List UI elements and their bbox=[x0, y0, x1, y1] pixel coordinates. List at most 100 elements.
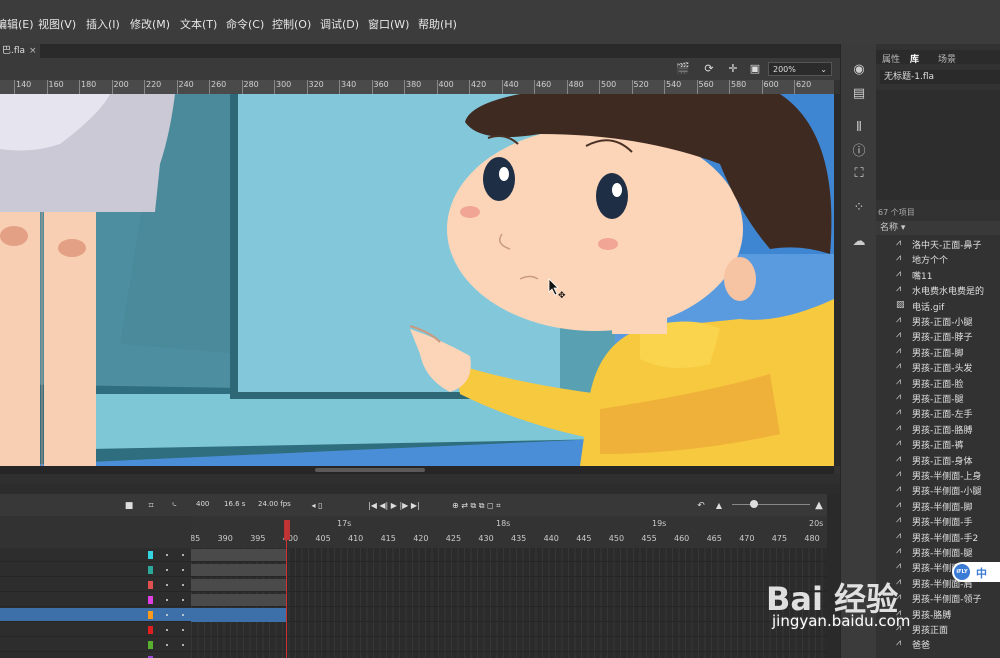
menu-edit[interactable]: 编辑(E) bbox=[0, 16, 34, 32]
layer-toggle-dot[interactable] bbox=[182, 614, 184, 616]
graph-icon[interactable]: ⌎ bbox=[166, 500, 180, 512]
menu-text[interactable]: 文本(T) bbox=[180, 16, 217, 32]
document-tab[interactable]: 巴.fla × bbox=[0, 44, 40, 58]
tab-scene[interactable]: 场景 bbox=[938, 52, 956, 65]
info-icon[interactable]: ⓘ bbox=[851, 144, 867, 160]
library-item[interactable]: ⩘ 爸爸 bbox=[876, 636, 1000, 651]
prev-frame-icon[interactable]: ◂ ▯ ▸ bbox=[310, 500, 324, 522]
layer-row[interactable] bbox=[0, 623, 191, 637]
layer-toggle-dot[interactable] bbox=[182, 584, 184, 586]
layer-row[interactable] bbox=[0, 578, 191, 592]
menu-insert[interactable]: 插入(I) bbox=[86, 16, 120, 32]
library-item[interactable]: ⩘ 男孩-正面-身体 bbox=[876, 452, 1000, 467]
clapper-icon[interactable]: 🎬 bbox=[676, 63, 690, 75]
color-palette-icon[interactable]: ◉ bbox=[851, 62, 867, 78]
menu-commands[interactable]: 命令(C) bbox=[226, 16, 264, 32]
name-column-header[interactable]: 名称 ▾ bbox=[876, 221, 1000, 235]
layer-color-swatch[interactable] bbox=[148, 611, 153, 619]
library-item[interactable]: ⩘ 洛中天-正面-鼻子 bbox=[876, 236, 1000, 251]
library-item[interactable]: ▨ 电话.gif bbox=[876, 298, 1000, 313]
library-item[interactable]: ⩘ 地方个个 bbox=[876, 251, 1000, 266]
layer-toggle-dot[interactable] bbox=[166, 599, 168, 601]
library-item[interactable]: ⩘ 男孩-正面-脚 bbox=[876, 344, 1000, 359]
layer-color-swatch[interactable] bbox=[148, 641, 153, 649]
tab-properties[interactable]: 属性 bbox=[882, 52, 900, 65]
library-item[interactable]: ⩘ 水电费水电费是的 bbox=[876, 282, 1000, 297]
layer-color-swatch[interactable] bbox=[148, 581, 153, 589]
align-icon[interactable]: ⫴ bbox=[851, 120, 867, 136]
library-item[interactable]: ⩘ 男孩-半侧面-脚 bbox=[876, 498, 1000, 513]
rotate-stage-icon[interactable]: ⟳ bbox=[702, 63, 716, 75]
playhead-handle[interactable] bbox=[284, 520, 290, 540]
stage-horizontal-scrollbar[interactable] bbox=[0, 466, 834, 474]
library-item[interactable]: ⩘ 男孩-正面-裤 bbox=[876, 436, 1000, 451]
menu-help[interactable]: 帮助(H) bbox=[418, 16, 457, 32]
swatches-icon[interactable]: ▤ bbox=[851, 86, 867, 102]
library-document-select[interactable]: 无标题-1.fla bbox=[880, 70, 1000, 84]
transform-icon[interactable]: ⛶ bbox=[851, 166, 867, 182]
library-item[interactable]: ⩘ 男孩-半侧面-手2 bbox=[876, 529, 1000, 544]
small-mountain-icon[interactable]: ▲ bbox=[712, 500, 726, 512]
layer-toggle-dot[interactable] bbox=[166, 644, 168, 646]
layer-toggle-dot[interactable] bbox=[166, 569, 168, 571]
large-mountain-icon[interactable]: ▲ bbox=[812, 500, 826, 512]
library-item[interactable]: ⩘ 男孩-半侧面-腿 bbox=[876, 544, 1000, 559]
layer-color-swatch[interactable] bbox=[148, 626, 153, 634]
close-icon[interactable]: × bbox=[29, 46, 37, 56]
frame-rate[interactable]: 24.00 fps bbox=[258, 500, 291, 508]
layer-row[interactable] bbox=[0, 608, 191, 622]
components-icon[interactable]: ⁘ bbox=[851, 200, 867, 216]
library-item[interactable]: ⩘ 嘴11 bbox=[876, 267, 1000, 282]
layer-row[interactable] bbox=[0, 548, 191, 562]
library-item[interactable]: ⩘ 男孩-半侧面-小腿 bbox=[876, 482, 1000, 497]
frame-span[interactable] bbox=[191, 564, 286, 576]
layer-toggle-dot[interactable] bbox=[182, 644, 184, 646]
library-item[interactable]: ⩘ 男孩-半侧面-手 bbox=[876, 513, 1000, 528]
menu-control[interactable]: 控制(O) bbox=[272, 16, 311, 32]
elapsed-time[interactable]: 16.6 s bbox=[224, 500, 245, 508]
layer-toggle-dot[interactable] bbox=[166, 584, 168, 586]
undo-icon[interactable]: ↶ bbox=[694, 500, 708, 512]
scroll-thumb[interactable] bbox=[315, 468, 425, 472]
library-item[interactable]: ⩘ 男孩-正面-左手 bbox=[876, 405, 1000, 420]
onion-skin-icon[interactable]: ⊕ ⇄ ⧉ ⧉ ◻ ⌗ bbox=[452, 500, 552, 512]
clip-stage-icon[interactable]: ▣ bbox=[748, 63, 762, 75]
menu-debug[interactable]: 调试(D) bbox=[320, 16, 359, 32]
frame-span-selected[interactable] bbox=[191, 608, 286, 622]
layer-color-swatch[interactable] bbox=[148, 566, 153, 574]
camera-icon[interactable]: ■ bbox=[122, 500, 136, 512]
frame-span[interactable] bbox=[191, 594, 286, 606]
layer-parent-icon[interactable]: ⌗ bbox=[144, 500, 158, 512]
menu-window[interactable]: 窗口(W) bbox=[368, 16, 409, 32]
layer-toggle-dot[interactable] bbox=[166, 554, 168, 556]
layer-row[interactable] bbox=[0, 638, 191, 652]
zoom-slider-thumb[interactable] bbox=[750, 500, 758, 508]
layer-color-swatch[interactable] bbox=[148, 551, 153, 559]
library-item[interactable]: ⩘ 男孩-正面-脖子 bbox=[876, 328, 1000, 343]
zoom-select[interactable]: 200% ⌄ bbox=[768, 62, 832, 76]
current-frame[interactable]: 400 bbox=[196, 500, 209, 508]
frame-span[interactable] bbox=[191, 579, 286, 591]
ifly-input-badge[interactable]: iFLY 中 bbox=[952, 562, 1000, 582]
playhead[interactable] bbox=[284, 520, 290, 658]
library-item[interactable]: ⩘ 男孩-正面-胳膊 bbox=[876, 421, 1000, 436]
menu-modify[interactable]: 修改(M) bbox=[130, 16, 170, 32]
frame-span[interactable] bbox=[191, 549, 286, 561]
playback-controls-icon[interactable]: |◀ ◀| ▶ |▶ ▶| bbox=[368, 500, 438, 512]
layer-toggle-dot[interactable] bbox=[182, 554, 184, 556]
layer-row[interactable] bbox=[0, 653, 191, 658]
layer-row[interactable] bbox=[0, 593, 191, 607]
layer-toggle-dot[interactable] bbox=[182, 629, 184, 631]
library-item[interactable]: ⩘ 男孩-正面-腿 bbox=[876, 390, 1000, 405]
library-item[interactable]: ⩘ 男孩-正面-脸 bbox=[876, 375, 1000, 390]
layer-toggle-dot[interactable] bbox=[182, 569, 184, 571]
cc-libraries-icon[interactable]: ☁ bbox=[851, 234, 867, 250]
library-item[interactable]: ⩘ 男孩-正面-头发 bbox=[876, 359, 1000, 374]
zoom-slider-track[interactable] bbox=[732, 504, 810, 505]
library-item[interactable]: ⩘ 男孩-半侧面-上身 bbox=[876, 467, 1000, 482]
tab-library[interactable]: 库 bbox=[910, 52, 919, 65]
layer-color-swatch[interactable] bbox=[148, 596, 153, 604]
layer-toggle-dot[interactable] bbox=[166, 629, 168, 631]
stage-canvas[interactable] bbox=[0, 94, 834, 466]
library-item[interactable]: ⩘ 男孩-正面-小腿 bbox=[876, 313, 1000, 328]
